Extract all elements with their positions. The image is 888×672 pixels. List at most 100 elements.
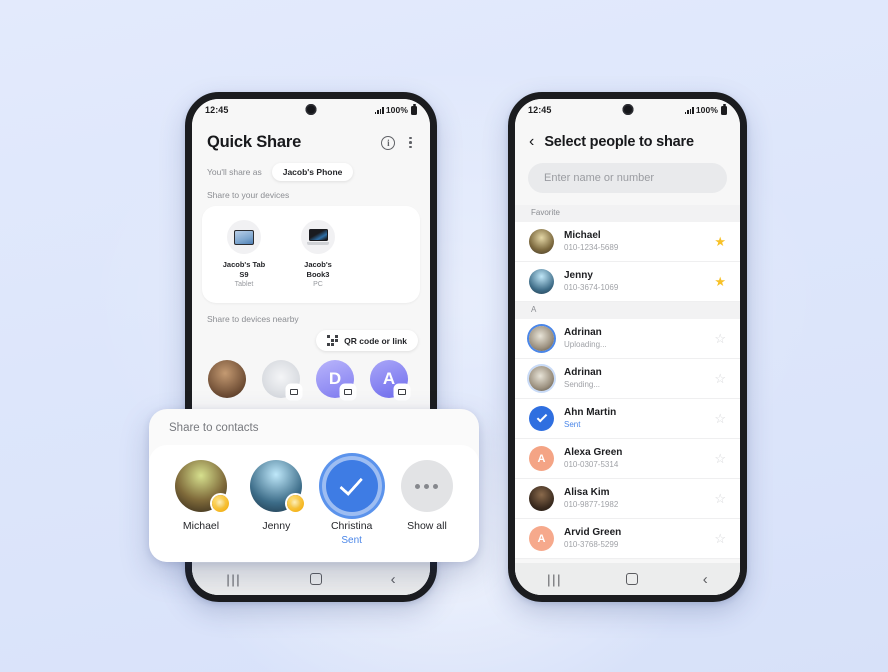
contact-number: 010-3768-5299 xyxy=(564,540,619,550)
recents-icon[interactable]: ||| xyxy=(547,572,562,587)
signal-bars-icon xyxy=(684,106,694,114)
contact-name: Adrinan xyxy=(564,367,602,379)
list-item[interactable]: Michael 010-1234-5689 ★ xyxy=(515,222,740,262)
back-icon[interactable]: ‹ xyxy=(703,572,708,587)
nearby-devices-row: D A xyxy=(192,360,430,400)
contact-name: Jenny xyxy=(262,520,291,532)
star-icon[interactable]: ★ xyxy=(714,275,726,288)
battery-percent: 100% xyxy=(695,105,718,115)
nearby-device-2[interactable] xyxy=(262,360,301,400)
contact-name: Michael xyxy=(564,230,601,242)
home-icon[interactable] xyxy=(309,573,322,585)
favorite-contact-list: Michael 010-1234-5689 ★ Jenny 010-3674-1… xyxy=(515,222,740,302)
contact-chip-jenny[interactable]: Jenny xyxy=(242,460,310,546)
share-to-contacts-card: Share to contacts Michael Jenny Christin… xyxy=(149,409,479,562)
share-to-contacts-body: Michael Jenny Christina Sent Show all xyxy=(149,445,479,562)
section-header-a: A xyxy=(515,302,740,319)
phone-right-select-people: 12:45 100% ‹ Select people to share Ente… xyxy=(508,92,747,602)
show-all-button[interactable]: Show all xyxy=(393,460,461,546)
show-all-label: Show all xyxy=(407,520,447,532)
left-status-bar: 12:45 100% xyxy=(192,99,430,121)
avatar-wrap xyxy=(325,460,378,512)
star-icon[interactable]: ☆ xyxy=(714,532,726,545)
list-item[interactable]: Adrinan Uploading... ☆ xyxy=(515,319,740,359)
device-tablet[interactable]: Jacob's Tab S9 Tablet xyxy=(218,220,270,290)
contact-status: Sent xyxy=(564,420,581,430)
avatar xyxy=(529,486,554,511)
list-item[interactable]: A Alexa Green 010-0307-5314 ☆ xyxy=(515,439,740,479)
contact-text: Adrinan Uploading... xyxy=(564,326,704,350)
nearby-device-1[interactable] xyxy=(208,360,246,399)
star-icon[interactable]: ☆ xyxy=(714,452,726,465)
avatar-wrap xyxy=(175,460,229,512)
laptop-icon xyxy=(301,220,335,254)
qr-chip-label: QR code or link xyxy=(344,335,407,346)
battery-full-icon xyxy=(721,104,727,115)
contact-name: Christina xyxy=(330,520,373,532)
contact-name: Michael xyxy=(182,520,220,532)
selected-check-icon xyxy=(325,460,378,512)
avatar xyxy=(208,360,246,399)
list-item[interactable]: Jenny 010-3674-1069 ★ xyxy=(515,262,740,302)
contact-text: Arvid Green 010-3768-5299 xyxy=(564,526,704,550)
device-name: Jacob's Tab S9 xyxy=(222,260,266,280)
contact-chip-christina[interactable]: Christina Sent xyxy=(318,460,386,546)
contact-chip-michael[interactable]: Michael xyxy=(167,460,235,546)
info-icon[interactable]: i xyxy=(381,135,396,150)
list-item[interactable]: Adrinan Sending... ☆ xyxy=(515,359,740,399)
star-icon[interactable]: ☆ xyxy=(714,332,726,345)
search-input[interactable]: Enter name or number xyxy=(528,163,727,193)
right-status-bar: 12:45 100% xyxy=(515,99,740,121)
back-icon[interactable]: ‹ xyxy=(391,572,396,587)
contact-text: Adrinan Sending... xyxy=(564,366,704,390)
more-vertical-icon[interactable] xyxy=(406,136,415,150)
list-item[interactable]: Ahn Martin Sent ☆ xyxy=(515,399,740,439)
contact-name: Jenny xyxy=(564,270,593,282)
list-item[interactable]: Alisa Kim 010-9877-1982 ☆ xyxy=(515,479,740,519)
contact-status: Uploading... xyxy=(564,340,607,350)
star-icon[interactable]: ☆ xyxy=(714,372,726,385)
recents-icon[interactable]: ||| xyxy=(226,572,241,587)
chevron-left-icon[interactable]: ‹ xyxy=(529,134,534,150)
avatar-initial: A xyxy=(529,526,554,551)
your-devices-section-label: Share to your devices xyxy=(207,190,290,200)
qr-code-or-link-button[interactable]: QR code or link xyxy=(316,330,418,352)
nearby-device-4[interactable]: A xyxy=(370,360,409,400)
signal-bars-icon xyxy=(374,106,384,114)
status-badge: Sent xyxy=(341,535,362,546)
list-item[interactable]: A Arvid Green 010-3768-5299 ☆ xyxy=(515,519,740,559)
contact-name: Adrinan xyxy=(564,327,602,339)
page-title: Quick Share xyxy=(207,133,302,151)
device-name: Jacob's Book3 xyxy=(304,260,332,280)
star-icon[interactable]: ☆ xyxy=(714,412,726,425)
star-icon[interactable]: ☆ xyxy=(714,492,726,505)
device-pc[interactable]: Jacob's Book3 PC xyxy=(292,220,344,290)
status-time: 12:45 xyxy=(205,105,229,115)
contact-text: Jenny 010-3674-1069 xyxy=(564,269,704,293)
screenshot-canvas: 12:45 100% Quick Share i You'll share as… xyxy=(0,0,888,672)
share-as-device-chip[interactable]: Jacob's Phone xyxy=(271,163,354,181)
home-icon[interactable] xyxy=(626,573,639,585)
avatar-sent-check-icon xyxy=(529,406,554,431)
cast-icon xyxy=(341,385,355,400)
more-icon xyxy=(400,460,453,512)
avatar-initial: A xyxy=(529,446,554,471)
page-title: Select people to share xyxy=(544,134,694,150)
contact-name: Alisa Kim xyxy=(564,487,610,499)
device-type: Tablet xyxy=(234,281,254,289)
status-time: 12:45 xyxy=(528,105,552,115)
star-icon[interactable]: ★ xyxy=(714,235,726,248)
share-to-contacts-title: Share to contacts xyxy=(169,422,259,434)
select-people-header: ‹ Select people to share xyxy=(515,121,740,161)
status-indicators: 100% xyxy=(374,104,417,115)
medal-badge-icon xyxy=(212,495,229,512)
avatar-wrap xyxy=(250,460,305,512)
contact-number: 010-9877-1982 xyxy=(564,500,619,510)
quick-share-header: Quick Share i xyxy=(192,121,430,161)
right-nav-bar: ||| ‹ xyxy=(515,563,740,595)
right-screen: 12:45 100% ‹ Select people to share Ente… xyxy=(515,99,740,595)
qr-code-icon xyxy=(327,335,339,347)
nearby-device-3[interactable]: D xyxy=(316,360,355,400)
cast-icon xyxy=(395,385,409,400)
